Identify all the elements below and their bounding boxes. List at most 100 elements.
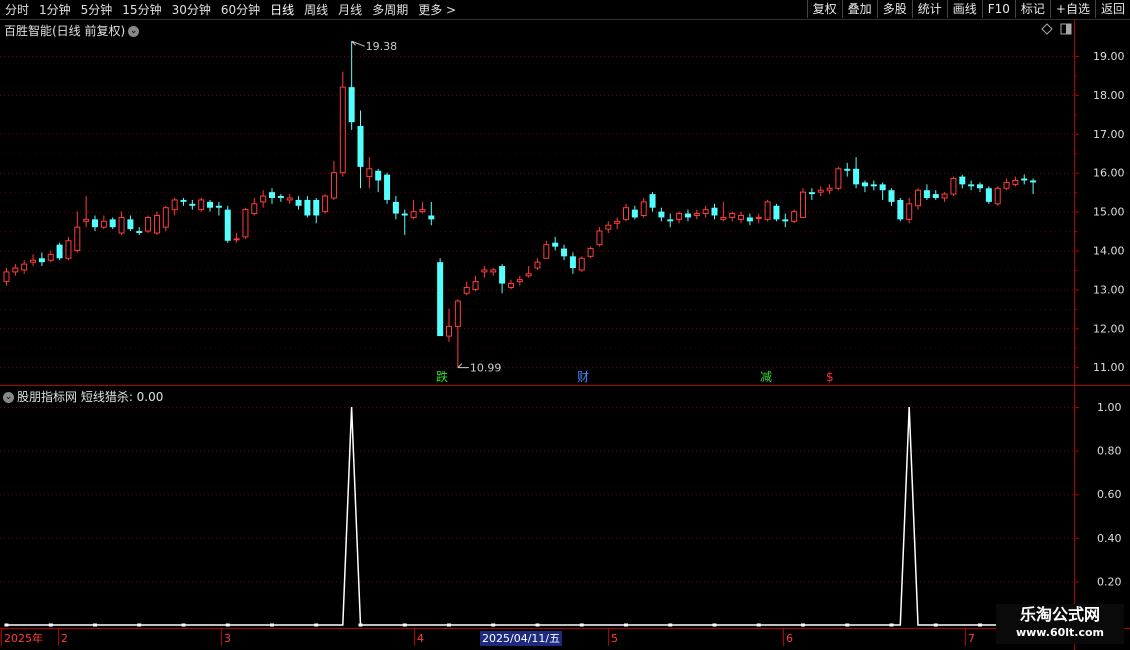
candle-body-up: [950, 178, 957, 195]
candle-body-up: [419, 209, 426, 213]
candle-body-down: [667, 219, 674, 222]
candle-body-down: [782, 219, 789, 222]
candle-body-down: [384, 174, 391, 200]
date-label: 2025年: [4, 631, 43, 645]
candle-body-down: [401, 213, 408, 216]
candle-body-up: [65, 240, 72, 259]
candle-body-down: [375, 170, 382, 181]
candle-body-up: [525, 273, 532, 277]
candle-body-up: [702, 209, 709, 215]
candle-body-down: [357, 126, 364, 167]
candle-body-down: [561, 248, 568, 257]
price-tick-label: 14.00: [1093, 245, 1125, 258]
candle-body-up: [817, 189, 824, 193]
candle-body-down: [631, 209, 638, 218]
chevron-down-icon[interactable]: ⌄: [3, 392, 14, 403]
high-marker: [351, 40, 365, 47]
candle-body-down: [844, 168, 851, 171]
candle-body-down: [428, 215, 435, 220]
low-marker: [457, 363, 469, 369]
candle-body-down: [56, 244, 63, 259]
indicator-tick-label: 0.80: [1097, 445, 1122, 458]
candle-body-down: [923, 190, 930, 198]
candle-body-up: [693, 213, 700, 216]
candle-body-up: [578, 257, 585, 271]
candle-body-up: [366, 168, 373, 178]
candle-body-up: [446, 325, 452, 337]
candle-body-down: [136, 231, 143, 233]
candle-body-up: [915, 189, 922, 207]
price-tick-label: 19.00: [1093, 50, 1125, 63]
candle-body-up: [47, 253, 54, 261]
candle-body-up: [171, 199, 178, 211]
event-marker: $: [826, 370, 834, 384]
candle-body-down: [224, 209, 231, 241]
candle-body-down: [1030, 180, 1037, 183]
candle-body-up: [251, 203, 258, 215]
signal-dot: [491, 623, 496, 627]
signal-dot: [314, 623, 319, 627]
candle-body-up: [242, 209, 249, 238]
candle-body-up: [322, 195, 329, 213]
candle-body-up: [162, 207, 169, 228]
candle-body-up: [516, 279, 523, 283]
candle-body-up: [941, 193, 948, 199]
candle-body-up: [596, 230, 603, 246]
candle-body-up: [490, 269, 497, 273]
candle-body-down: [127, 219, 134, 230]
chart-area[interactable]: 19.38 10.99 跌 财 减 $ 19.00 18.00 17.00 16.00 15.00…: [0, 0, 1130, 650]
signal-dot: [447, 623, 451, 627]
candle-body-up: [587, 248, 594, 257]
candle-body-up: [260, 195, 267, 203]
signal-dot: [712, 623, 717, 627]
candle-body-down: [985, 188, 992, 202]
candle-body-up: [74, 226, 81, 252]
date-label: 2: [61, 632, 68, 645]
candle-body-up: [764, 201, 771, 220]
candle-body-up: [835, 168, 842, 189]
candle-body-up: [1012, 179, 1019, 185]
price-axis: 19.00 18.00 17.00 16.00 15.00 14.00 13.00 12.00…: [1074, 50, 1125, 588]
candle-body-up: [198, 199, 205, 211]
candle-body-down: [269, 192, 275, 198]
candle-body-down: [295, 199, 302, 206]
candle-body-up: [507, 283, 514, 288]
price-tick-label: 15.00: [1093, 206, 1125, 219]
candle-body-up: [233, 238, 240, 241]
candle-body-down: [552, 242, 559, 247]
candle-body-up: [605, 224, 612, 230]
candle-body-down: [870, 184, 877, 187]
candle-body-up: [791, 211, 798, 222]
candle-body-down: [38, 258, 45, 263]
indicator-tick-label: 0.60: [1097, 488, 1122, 501]
candle-body-down: [658, 211, 665, 218]
signal-dot: [181, 623, 186, 627]
candle-body-down: [897, 199, 904, 220]
candle-body-down: [853, 168, 860, 185]
candle-body-up: [543, 244, 550, 259]
indicator-tick-label: 0.40: [1097, 532, 1122, 545]
candle-body-down: [437, 262, 444, 337]
candle-body-up: [330, 172, 337, 199]
candle-body-up: [153, 214, 160, 234]
candle-body-down: [189, 203, 196, 206]
event-marker: 财: [577, 370, 589, 384]
signal-dot: [579, 623, 584, 627]
signal-dot: [845, 623, 850, 627]
watermark-line1: 乐淘公式网: [1019, 605, 1100, 624]
candle-body-down: [888, 190, 895, 202]
indicator-chart: [4, 406, 1034, 627]
signal-dot: [624, 623, 628, 627]
candle-body-down: [649, 194, 656, 208]
signal-line: [6, 406, 1034, 626]
candle-body-up: [472, 281, 479, 290]
candle-body-down: [277, 196, 284, 198]
candle-body-up: [3, 271, 10, 283]
indicator-title: 股朋指标网 短线猎杀: 0.00: [17, 390, 164, 404]
diamond-icon: [1041, 23, 1053, 35]
candle-body-up: [640, 201, 647, 216]
signal-dot: [270, 623, 274, 627]
date-label: 3: [224, 632, 231, 645]
candle-body-down: [499, 266, 506, 284]
signal-dot: [358, 623, 363, 627]
